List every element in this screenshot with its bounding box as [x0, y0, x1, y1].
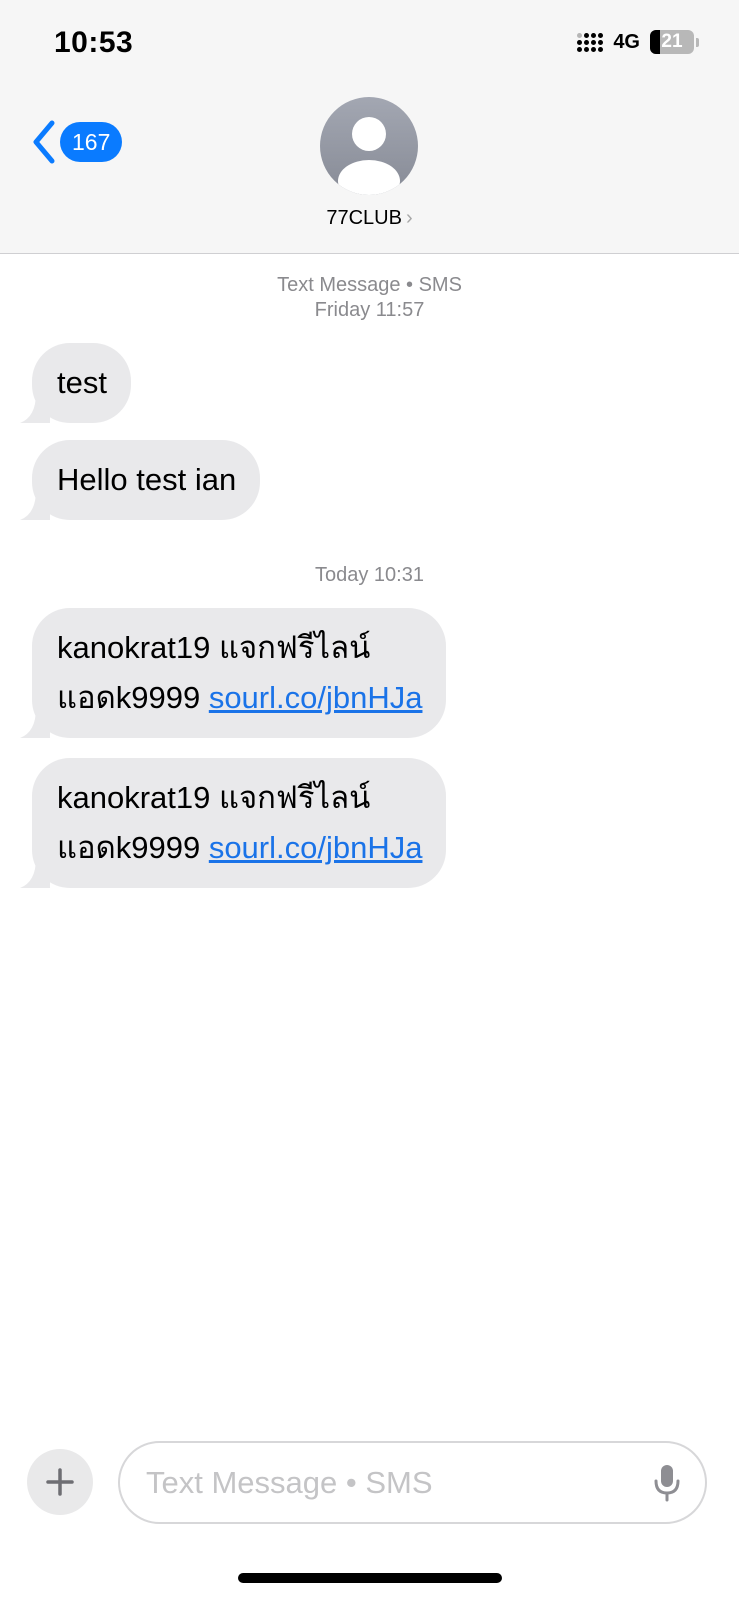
message-line: kanokrat19 แจกฟรีไลน์ — [57, 780, 371, 815]
bubble-tail — [20, 393, 50, 423]
status-time: 10:53 — [54, 26, 134, 59]
timestamp-service: Text Message • SMS — [277, 274, 462, 296]
network-type: 4G — [613, 30, 640, 53]
incoming-message-bubble[interactable]: kanokrat19 แจกฟรีไลน์ แอดk9999 sourl.co/… — [20, 758, 447, 888]
message-text: แอดk9999 — [57, 680, 209, 715]
person-icon — [338, 117, 400, 195]
contact-name: 77CLUB — [326, 207, 402, 229]
unread-count-badge: 167 — [60, 122, 123, 162]
messages-screen: 10:53 4G 21 167 77CLUB › Text Message • … — [0, 0, 739, 1600]
bubble-tail — [20, 490, 50, 520]
battery-icon: 21 — [650, 30, 694, 54]
incoming-message-bubble[interactable]: kanokrat19 แจกฟรีไลน์ แอดk9999 sourl.co/… — [20, 608, 447, 738]
message-link[interactable]: sourl.co/jbnHJa — [209, 680, 423, 715]
incoming-message-bubble[interactable]: Hello test ian — [20, 440, 261, 520]
add-attachment-button[interactable] — [27, 1449, 93, 1515]
conversation-header: 10:53 4G 21 167 77CLUB › — [0, 0, 739, 254]
message-line: kanokrat19 แจกฟรีไลน์ — [57, 630, 371, 665]
message-input[interactable]: Text Message • SMS — [118, 1441, 707, 1524]
timestamp-today: Today 10:31 — [315, 564, 424, 586]
message-line: แอดk9999 sourl.co/jbnHJa — [57, 673, 422, 723]
incoming-message-bubble[interactable]: test — [20, 343, 131, 423]
message-text: test — [57, 365, 107, 400]
timestamp-date: Friday 11:57 — [314, 299, 425, 321]
home-indicator[interactable] — [238, 1573, 502, 1583]
plus-icon — [46, 1468, 74, 1496]
contact-avatar[interactable] — [320, 97, 418, 195]
bubble-tail — [20, 858, 50, 888]
message-link[interactable]: sourl.co/jbnHJa — [209, 830, 423, 865]
signal-icon — [577, 32, 604, 52]
microphone-icon[interactable] — [653, 1463, 681, 1503]
bubble-tail — [20, 708, 50, 738]
input-placeholder: Text Message • SMS — [146, 1465, 433, 1500]
chevron-left-icon — [33, 120, 55, 164]
timestamp-header: Text Message • SMS Friday 11:57 — [0, 273, 739, 323]
status-indicators: 4G 21 — [577, 30, 699, 54]
contact-name-button[interactable]: 77CLUB › — [0, 207, 739, 230]
battery-tip — [696, 37, 699, 47]
battery-level: 21 — [661, 31, 683, 52]
message-line: แอดk9999 sourl.co/jbnHJa — [57, 823, 422, 873]
message-text: แอดk9999 — [57, 830, 209, 865]
back-button[interactable]: 167 — [30, 119, 123, 165]
message-text: Hello test ian — [57, 462, 237, 497]
chevron-right-icon: › — [405, 207, 413, 229]
